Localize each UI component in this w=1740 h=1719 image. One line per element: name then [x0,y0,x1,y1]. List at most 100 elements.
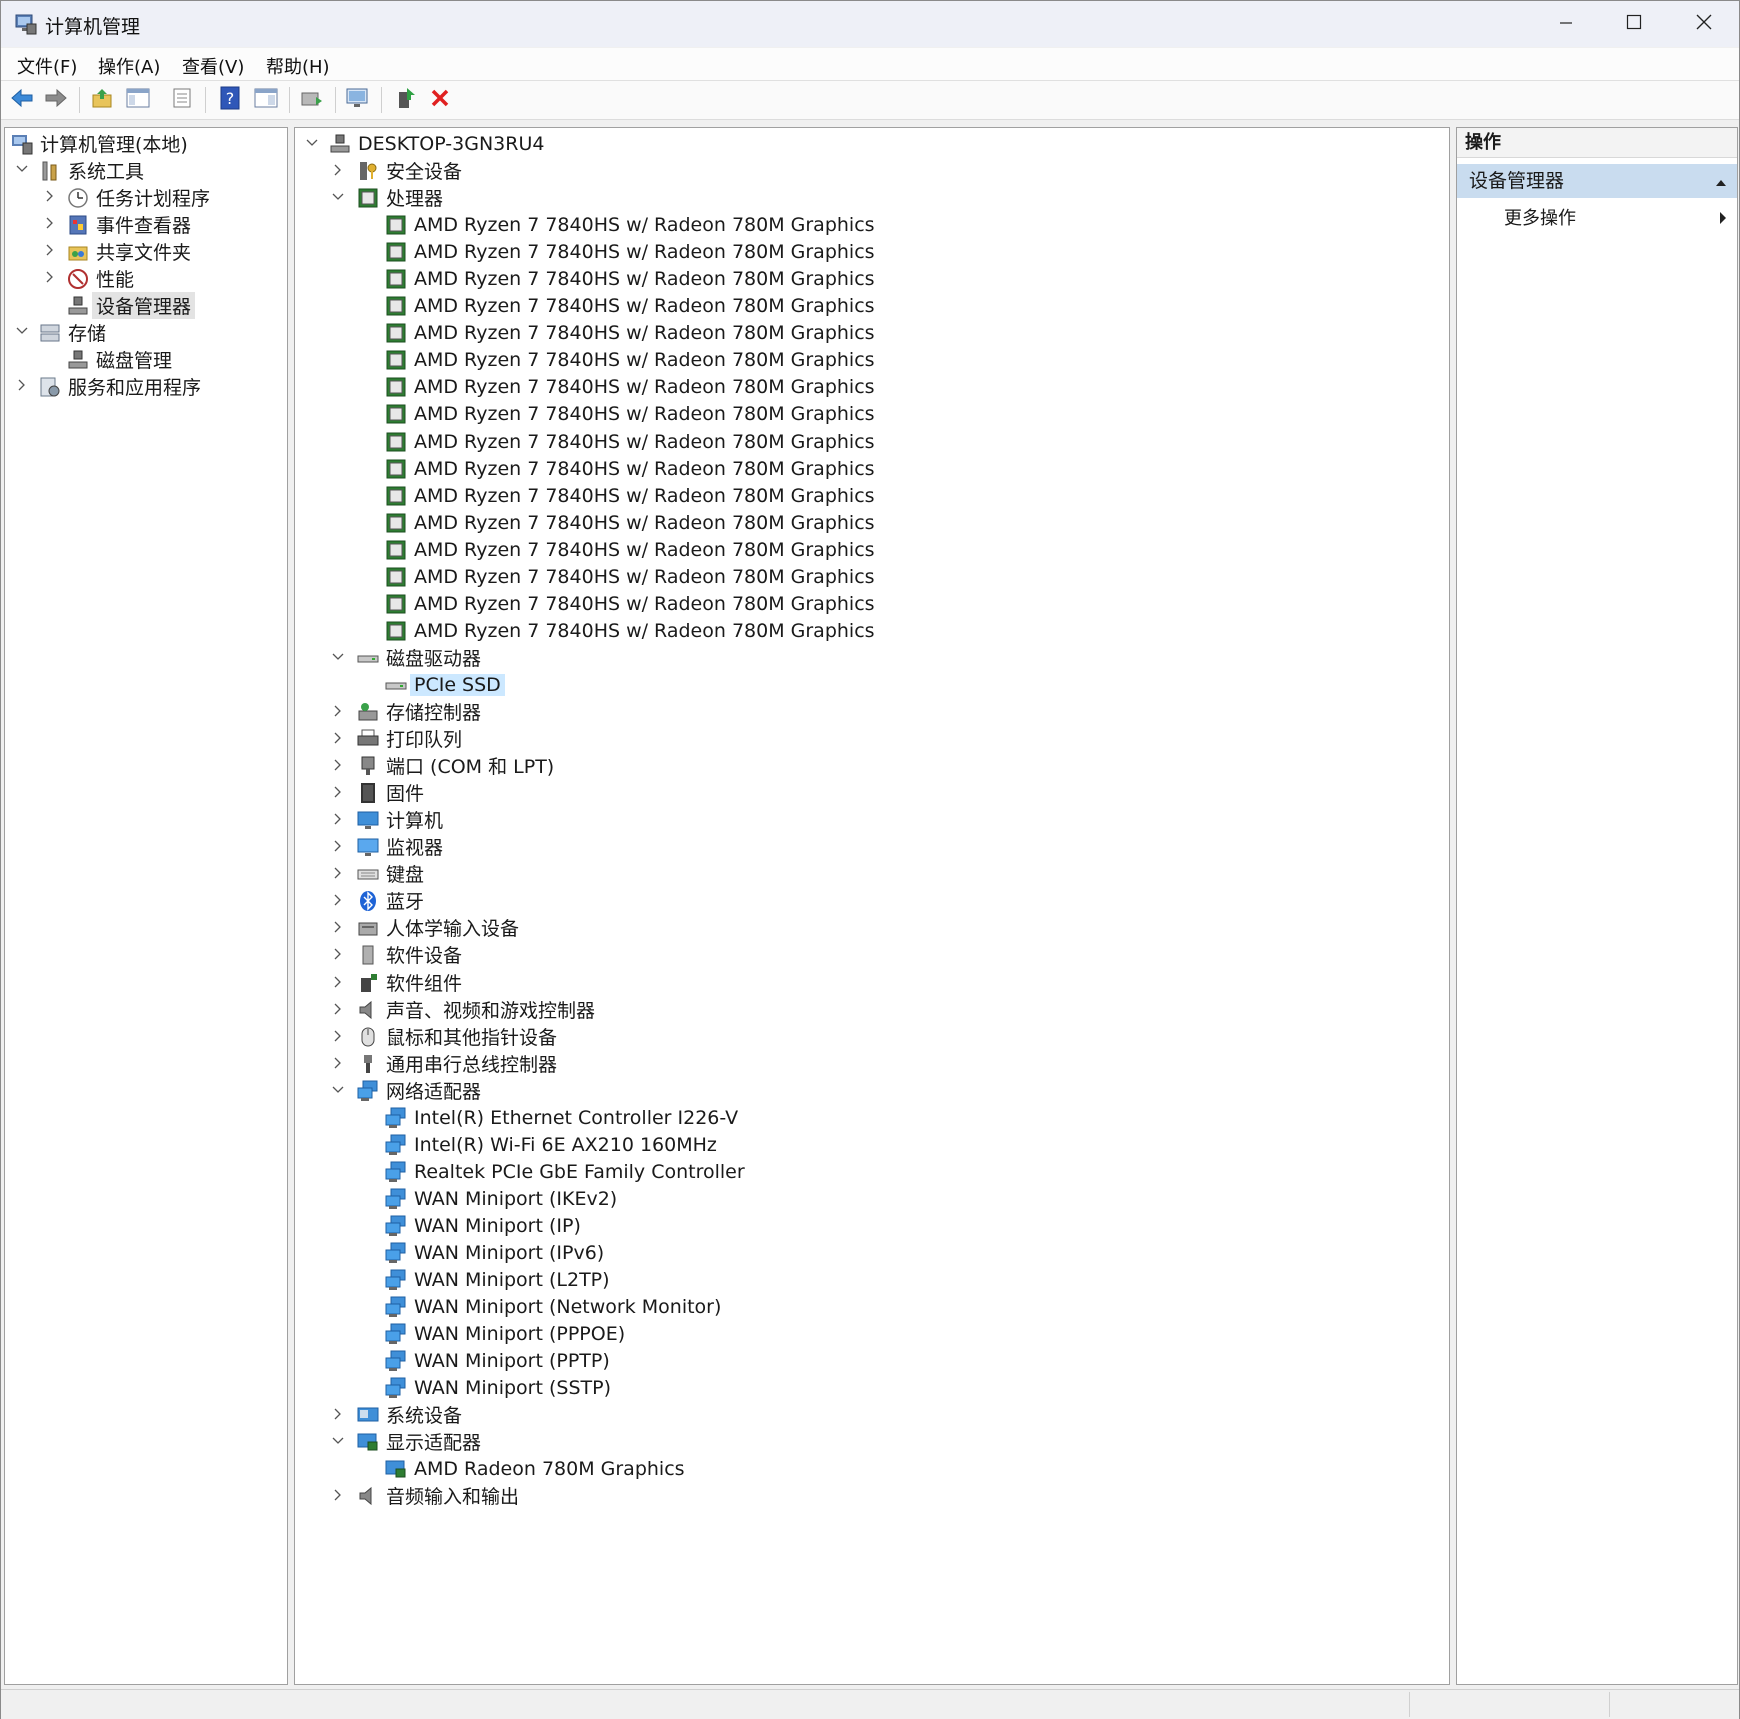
chevron-right-icon[interactable] [43,270,57,284]
chevron-right-icon[interactable] [331,1002,345,1016]
menu-help[interactable]: 帮助(H) [266,53,330,79]
help-button[interactable]: ? [217,86,243,113]
menu-action[interactable]: 操作(A) [98,53,160,79]
chevron-right-icon[interactable] [331,1488,345,1502]
show-hide-action-button[interactable] [253,87,279,113]
processor-item[interactable]: AMD Ryzen 7 7840HS w/ Radeon 780M Graphi… [385,482,875,509]
category-usb-controllers[interactable]: 通用串行总线控制器 [357,1050,557,1077]
processor-item[interactable]: AMD Ryzen 7 7840HS w/ Radeon 780M Graphi… [385,617,875,644]
chevron-down-icon[interactable] [331,1083,345,1097]
chevron-right-icon[interactable] [331,1029,345,1043]
category-sound-video-game[interactable]: 声音、视频和游戏控制器 [357,996,595,1023]
chevron-right-icon[interactable] [331,975,345,989]
network-adapter-item[interactable]: Intel(R) Ethernet Controller I226-V [385,1104,738,1131]
uninstall-button[interactable] [427,87,453,113]
network-adapter-item[interactable]: WAN Miniport (IP) [385,1212,581,1239]
chevron-down-icon[interactable] [331,1434,345,1448]
network-adapter-item[interactable]: WAN Miniport (SSTP) [385,1374,611,1401]
more-actions-item[interactable]: 更多操作 [1504,204,1576,230]
minimize-button[interactable] [1531,1,1601,47]
chevron-right-icon[interactable] [331,1407,345,1421]
processor-item[interactable]: AMD Ryzen 7 7840HS w/ Radeon 780M Graphi… [385,428,875,455]
chevron-up-icon[interactable] [1715,164,1727,198]
properties-button[interactable] [169,87,195,113]
category-computer[interactable]: 计算机 [357,806,443,833]
chevron-down-icon[interactable] [15,324,29,338]
menu-view[interactable]: 查看(V) [182,53,244,79]
chevron-down-icon[interactable] [305,136,319,150]
tree-item-disk-management[interactable]: 磁盘管理 [67,346,172,373]
display-adapter-item[interactable]: AMD Radeon 780M Graphics [385,1455,685,1482]
network-adapter-item[interactable]: WAN Miniport (IPv6) [385,1239,604,1266]
category-mice[interactable]: 鼠标和其他指针设备 [357,1023,557,1050]
tree-item-services-apps[interactable]: 服务和应用程序 [39,373,201,400]
category-audio-io[interactable]: 音频输入和输出 [357,1482,519,1509]
processor-item[interactable]: AMD Ryzen 7 7840HS w/ Radeon 780M Graphi… [385,373,875,400]
chevron-right-icon[interactable] [331,812,345,826]
category-network-adapters[interactable]: 网络适配器 [357,1077,481,1104]
processor-item[interactable]: AMD Ryzen 7 7840HS w/ Radeon 780M Graphi… [385,400,875,427]
category-ports[interactable]: 端口 (COM 和 LPT) [357,752,554,779]
chevron-down-icon[interactable] [331,650,345,664]
up-folder-button[interactable] [89,87,115,113]
back-button[interactable] [9,87,35,113]
category-monitors[interactable]: 监视器 [357,833,443,860]
network-adapter-item[interactable]: Realtek PCIe GbE Family Controller [385,1158,745,1185]
processor-item[interactable]: AMD Ryzen 7 7840HS w/ Radeon 780M Graphi… [385,238,875,265]
menu-file[interactable]: 文件(F) [17,53,77,79]
processor-item[interactable]: AMD Ryzen 7 7840HS w/ Radeon 780M Graphi… [385,509,875,536]
processor-item[interactable]: AMD Ryzen 7 7840HS w/ Radeon 780M Graphi… [385,265,875,292]
chevron-right-icon[interactable] [331,839,345,853]
tree-item-event-viewer[interactable]: 事件查看器 [67,211,191,238]
processor-item[interactable]: AMD Ryzen 7 7840HS w/ Radeon 780M Graphi… [385,536,875,563]
chevron-right-icon[interactable] [331,1056,345,1070]
tree-item-computer-management[interactable]: 计算机管理(本地) [11,130,188,157]
tree-item-shared-folders[interactable]: 共享文件夹 [67,238,191,265]
tree-item-storage[interactable]: 存储 [39,319,106,346]
processor-item[interactable]: AMD Ryzen 7 7840HS w/ Radeon 780M Graphi… [385,211,875,238]
chevron-right-icon[interactable] [331,758,345,772]
chevron-right-icon[interactable] [331,704,345,718]
forward-button[interactable] [43,87,69,113]
chevron-right-icon[interactable] [331,163,345,177]
network-adapter-item[interactable]: WAN Miniport (L2TP) [385,1266,610,1293]
category-security-devices[interactable]: 安全设备 [357,157,462,184]
tree-item-task-scheduler[interactable]: 任务计划程序 [67,184,210,211]
category-disk-drives[interactable]: 磁盘驱动器 [357,644,481,671]
processor-item[interactable]: AMD Ryzen 7 7840HS w/ Radeon 780M Graphi… [385,563,875,590]
network-adapter-item[interactable]: WAN Miniport (PPTP) [385,1347,610,1374]
category-print-queues[interactable]: 打印队列 [357,725,462,752]
processor-item[interactable]: AMD Ryzen 7 7840HS w/ Radeon 780M Graphi… [385,455,875,482]
close-button[interactable] [1669,1,1739,47]
chevron-right-icon[interactable] [43,189,57,203]
network-adapter-item[interactable]: WAN Miniport (PPPOE) [385,1320,625,1347]
network-adapter-item[interactable]: Intel(R) Wi-Fi 6E AX210 160MHz [385,1131,717,1158]
processor-item[interactable]: AMD Ryzen 7 7840HS w/ Radeon 780M Graphi… [385,590,875,617]
category-software-devices[interactable]: 软件设备 [357,941,462,968]
tree-item-performance[interactable]: 性能 [67,265,134,292]
chevron-right-icon[interactable] [331,866,345,880]
category-hid[interactable]: 人体学输入设备 [357,914,519,941]
category-processors[interactable]: 处理器 [357,184,443,211]
category-display-adapters[interactable]: 显示适配器 [357,1428,481,1455]
enable-device-button[interactable] [393,87,419,113]
category-storage-controllers[interactable]: 存储控制器 [357,698,481,725]
network-adapter-item[interactable]: WAN Miniport (IKEv2) [385,1185,617,1212]
category-software-components[interactable]: 软件组件 [357,969,462,996]
category-keyboards[interactable]: 键盘 [357,860,424,887]
update-driver-button[interactable] [299,87,325,113]
tree-item-device-manager[interactable]: 设备管理器 [67,292,196,319]
category-firmware[interactable]: 固件 [357,779,424,806]
chevron-right-icon[interactable] [331,947,345,961]
disk-item-pcie-ssd[interactable]: PCIe SSD [385,671,505,698]
chevron-right-icon[interactable] [43,216,57,230]
maximize-button[interactable] [1599,1,1669,47]
chevron-right-icon[interactable] [331,893,345,907]
tree-item-system-tools[interactable]: 系统工具 [39,157,144,184]
chevron-right-icon[interactable] [43,243,57,257]
chevron-right-icon[interactable] [331,785,345,799]
processor-item[interactable]: AMD Ryzen 7 7840HS w/ Radeon 780M Graphi… [385,292,875,319]
chevron-down-icon[interactable] [331,190,345,204]
scan-hardware-button[interactable] [345,87,371,113]
show-hide-tree-button[interactable] [125,87,151,113]
